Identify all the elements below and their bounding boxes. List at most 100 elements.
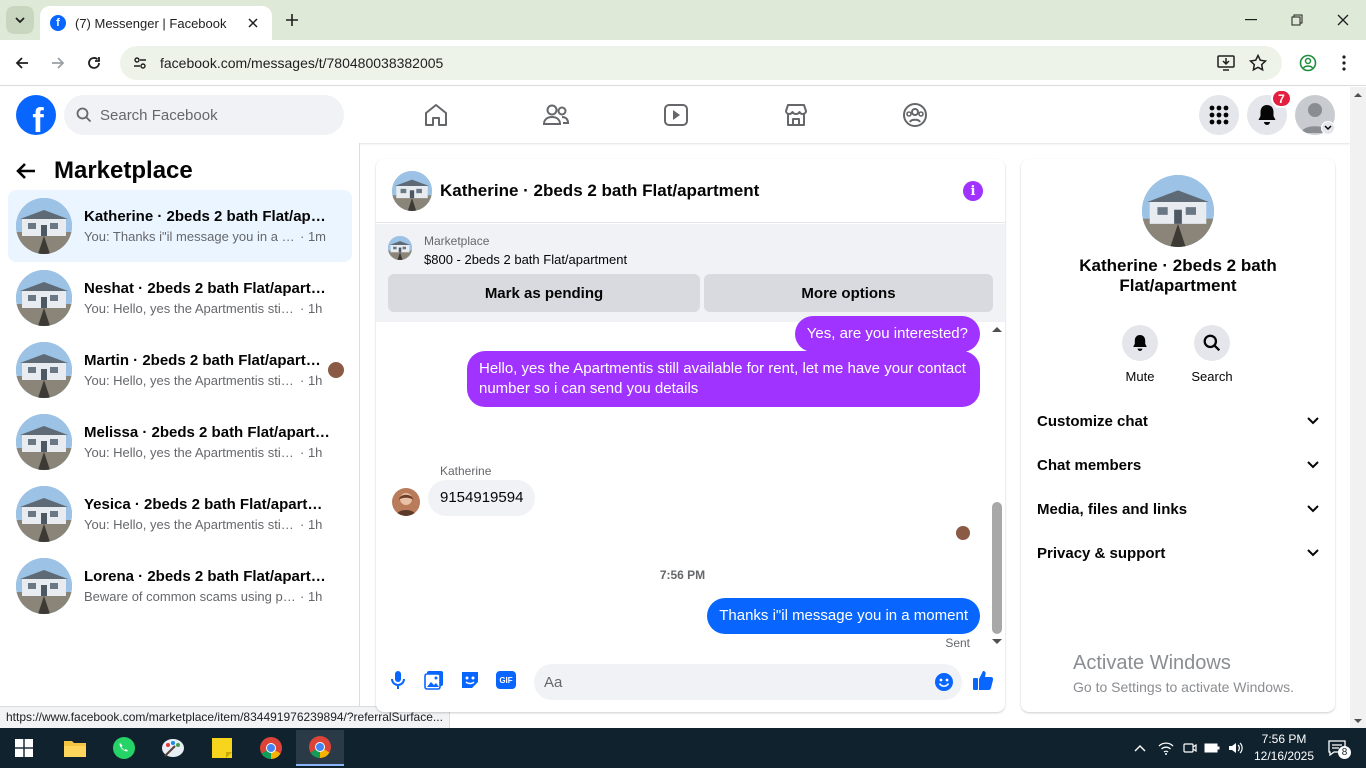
browser-tab-strip: f (7) Messenger | Facebook (0, 0, 1366, 40)
mark-as-pending-button[interactable]: Mark as pending (388, 274, 700, 312)
customize-chat-row[interactable]: Customize chat (1037, 399, 1319, 443)
menu-grid-icon[interactable] (1199, 95, 1239, 135)
conversation-name: Neshat · 2beds 2 bath Flat/apartment (84, 280, 334, 297)
emoji-icon[interactable] (934, 672, 954, 692)
conversation-item[interactable]: Katherine · 2beds 2 bath Flat/apartment Y… (8, 190, 352, 262)
windows-start-icon[interactable] (0, 730, 48, 766)
close-window-icon[interactable] (1320, 6, 1366, 34)
friends-icon[interactable] (536, 99, 576, 131)
browser-menu-icon[interactable] (1330, 49, 1358, 77)
reload-icon[interactable] (80, 49, 108, 77)
facebook-search[interactable] (64, 95, 344, 135)
meet-now-icon[interactable] (1180, 728, 1200, 768)
install-app-icon[interactable] (1212, 49, 1240, 77)
sticky-notes-icon[interactable] (198, 730, 246, 766)
message-list: Yes, are you interested? Hello, yes the … (376, 316, 1005, 652)
browser-tab-messenger[interactable]: f (7) Messenger | Facebook (40, 6, 272, 40)
activate-windows-watermark: Activate Windows Go to Settings to activ… (1073, 652, 1294, 695)
marketplace-icon[interactable] (776, 99, 816, 131)
video-icon[interactable] (656, 99, 696, 131)
listing-thumbnail (16, 558, 72, 614)
account-chevron-icon[interactable] (1321, 121, 1335, 135)
wifi-icon[interactable] (1156, 728, 1176, 768)
gif-icon[interactable]: GIF (492, 666, 520, 694)
composer: GIF (376, 652, 1005, 712)
new-tab-icon[interactable] (281, 9, 303, 31)
address-bar[interactable]: facebook.com/messages/t/780480038382005 (120, 46, 1282, 80)
chrome-active-icon[interactable] (296, 730, 344, 766)
clock-date: 12/16/2025 (1253, 749, 1315, 763)
tab-search-button[interactable] (6, 6, 34, 34)
conversation-time: · 1h (300, 373, 323, 388)
outgoing-message[interactable]: Hello, yes the Apartmentis still availab… (467, 351, 980, 407)
close-tab-icon[interactable] (244, 14, 262, 32)
facebook-logo-icon[interactable]: f (16, 95, 56, 135)
more-options-button[interactable]: More options (704, 274, 993, 312)
url-text[interactable]: facebook.com/messages/t/780480038382005 (160, 55, 443, 71)
home-icon[interactable] (416, 99, 456, 131)
volume-icon[interactable] (1226, 728, 1246, 768)
back-arrow-icon[interactable] (8, 49, 36, 77)
marketplace-inbox: Marketplace Katherine · 2beds 2 bath Fla… (0, 143, 360, 728)
facebook-search-input[interactable] (100, 106, 320, 124)
show-hidden-icons-chevron-icon[interactable] (1130, 728, 1150, 768)
listing-title[interactable]: $800 - 2beds 2 bath Flat/apartment (424, 252, 627, 267)
groups-icon[interactable] (895, 99, 935, 131)
listing-thumbnail (16, 270, 72, 326)
conversation-item[interactable]: Melissa · 2beds 2 bath Flat/apartment You… (8, 406, 352, 478)
forward-arrow-icon[interactable] (44, 49, 72, 77)
notification-center-icon[interactable]: 8 (1322, 728, 1352, 768)
restore-icon[interactable] (1274, 6, 1320, 34)
chevron-down-icon (1307, 505, 1319, 513)
photo-icon[interactable] (420, 666, 448, 694)
media-files-links-row[interactable]: Media, files and links (1037, 487, 1319, 531)
file-explorer-icon[interactable] (51, 730, 99, 766)
conversation-item[interactable]: Martin · 2beds 2 bath Flat/apartment You:… (8, 334, 352, 406)
bookmark-star-icon[interactable] (1244, 49, 1272, 77)
search-icon (1203, 334, 1221, 352)
notification-count: 8 (1338, 746, 1351, 759)
conversation-name: Melissa · 2beds 2 bath Flat/apartment (84, 424, 334, 441)
site-info-icon[interactable] (132, 55, 148, 71)
message-input-box[interactable] (534, 664, 962, 700)
chat-scrollbar[interactable] (989, 322, 1005, 652)
conversation-preview: You: Hello, yes the Apartmentis still av… (84, 445, 296, 460)
thumbs-up-icon[interactable] (969, 666, 997, 694)
chat-members-row[interactable]: Chat members (1037, 443, 1319, 487)
chrome-icon[interactable] (247, 730, 295, 766)
message-input[interactable] (544, 673, 924, 691)
minimize-icon[interactable] (1228, 6, 1274, 34)
whatsapp-icon[interactable] (100, 730, 148, 766)
browser-toolbar: facebook.com/messages/t/780480038382005 (0, 40, 1366, 86)
outgoing-message[interactable]: Yes, are you interested? (794, 316, 980, 352)
privacy-support-row[interactable]: Privacy & support (1037, 531, 1319, 575)
sticker-icon[interactable] (456, 666, 484, 694)
listing-thumbnail[interactable] (392, 170, 432, 211)
outgoing-message[interactable]: Thanks i"il message you in a moment (707, 598, 980, 634)
chat-scrollbar-thumb[interactable] (992, 502, 1002, 634)
conversation-item[interactable]: Yesica · 2beds 2 bath Flat/apartment You:… (8, 478, 352, 550)
microphone-icon[interactable] (384, 666, 412, 694)
search-in-chat-button[interactable]: Search (1182, 325, 1242, 384)
conversation-preview: You: Thanks i"il message you in a moment (84, 229, 296, 244)
incoming-message[interactable]: 9154919594 (428, 480, 536, 516)
conversation-item[interactable]: Lorena · 2beds 2 bath Flat/apartment Bewa… (8, 550, 352, 622)
profile-icon[interactable] (1294, 49, 1322, 77)
system-clock[interactable]: 7:56 PM 12/16/2025 (1244, 731, 1324, 765)
listing-large-thumbnail[interactable] (1142, 175, 1214, 247)
battery-icon[interactable] (1202, 728, 1222, 768)
conversation-name: Yesica · 2beds 2 bath Flat/apartment (84, 496, 334, 513)
info-icon[interactable]: i (963, 181, 983, 201)
chat-title[interactable]: Katherine · 2beds 2 bath Flat/apartment (440, 181, 759, 201)
conversation-item[interactable]: Neshat · 2beds 2 bath Flat/apartment You:… (8, 262, 352, 334)
mute-button[interactable]: Mute (1110, 325, 1170, 384)
conversation-name: Martin · 2beds 2 bath Flat/apartment (84, 352, 334, 369)
read-receipt-avatar (956, 526, 970, 540)
paint-app-icon[interactable] (149, 730, 197, 766)
back-arrow-icon[interactable] (16, 162, 36, 180)
chat-header[interactable]: Katherine · 2beds 2 bath Flat/apartment … (376, 159, 1005, 223)
contact-avatar[interactable] (392, 488, 420, 516)
page-scrollbar[interactable] (1350, 87, 1366, 728)
chevron-down-icon (1307, 549, 1319, 557)
listing-small-thumbnail[interactable] (388, 236, 412, 260)
